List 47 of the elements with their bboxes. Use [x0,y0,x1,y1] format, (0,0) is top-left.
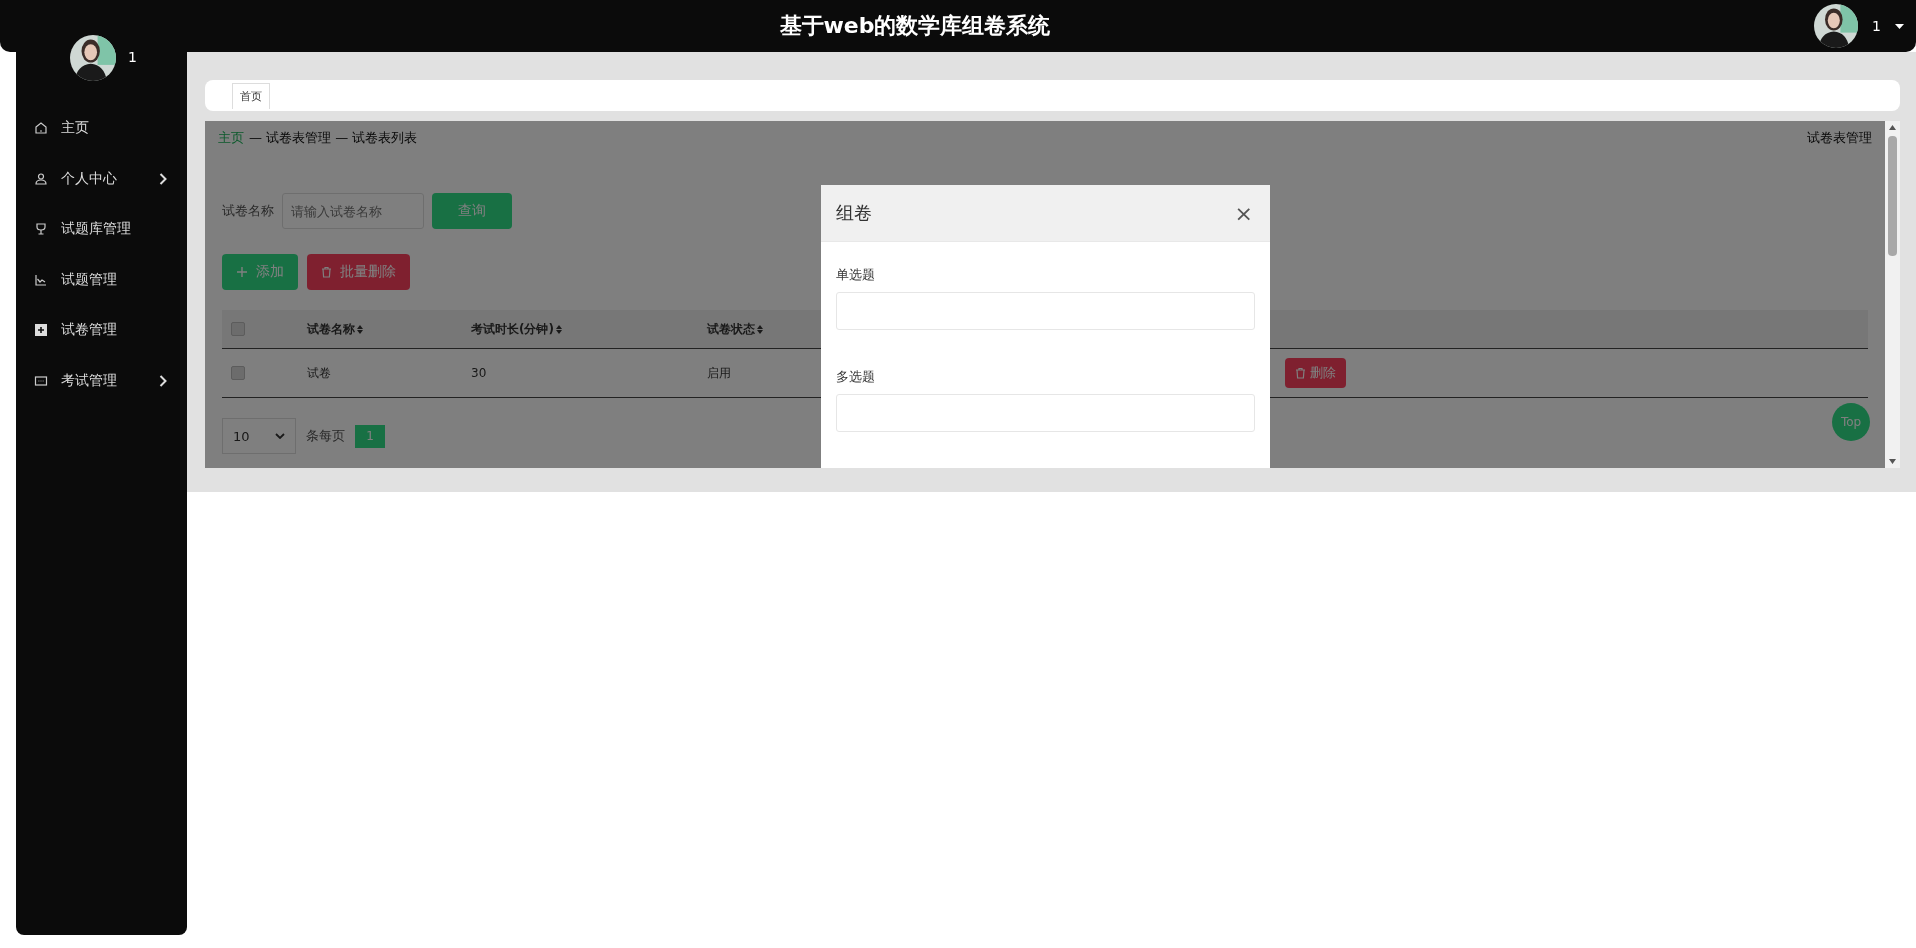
checkbox[interactable] [231,322,245,336]
field-label: 多选题 [836,368,876,386]
close-button[interactable]: × [1232,200,1255,226]
menu-item[interactable]: 试题库管理 [16,204,187,255]
checkbox[interactable] [231,366,245,380]
menu-item[interactable]: 试卷管理 [16,305,187,356]
menu-item[interactable]: 考试管理 [16,355,187,406]
app-title: 基于web的数学库组卷系统 [779,12,1051,40]
trash-icon [321,266,332,278]
page-size-select[interactable]: 10 [222,418,296,454]
sort-icon[interactable] [757,324,763,334]
breadcrumb: 主页 — 试卷表管理 — 试卷表列表 [218,129,418,147]
menu-item[interactable]: 试题管理 [16,254,187,305]
menu-item[interactable]: 主页 [16,103,187,154]
modal-title: 组卷 [836,201,872,225]
column-header[interactable]: 考试时长(分钟) [471,320,554,338]
user-icon [34,171,48,186]
dots-square-icon [34,373,48,388]
column-header[interactable]: 试卷状态 [707,320,755,338]
scrollbar[interactable] [1885,121,1900,468]
field-label: 试卷名称 [222,202,274,220]
user-name[interactable]: 1 [1872,18,1881,34]
delete-button[interactable]: 删除 [1285,358,1346,388]
table-cell: 试卷 [307,364,331,382]
user-name[interactable]: 1 [128,49,137,65]
menu-item[interactable]: 个人中心 [16,153,187,204]
tab[interactable]: 首页 [232,83,270,109]
caret-icon[interactable] [1895,23,1904,29]
table-cell: 启用 [707,364,731,382]
sort-icon[interactable] [555,324,562,334]
chevron-down-icon [275,433,285,439]
search-field[interactable]: 请输入试卷名称 [282,193,424,229]
field-label: 单选题 [836,266,876,284]
input-field[interactable] [836,394,1255,432]
input-field[interactable] [836,292,1255,330]
page-title: 试卷表管理 [1807,129,1872,147]
trophy-icon [34,222,48,237]
trash-icon [1295,367,1306,379]
chart-icon [34,272,48,287]
batch-delete-button[interactable]: 批量删除 [307,254,410,290]
column-header[interactable]: 试卷名称 [307,320,355,338]
table-cell: 30 [471,366,487,380]
plus-square-icon [34,323,48,338]
plus-icon [236,266,248,278]
home-icon [34,121,48,136]
page-size-label: 条每页 [306,427,345,445]
sort-icon[interactable] [357,324,363,334]
